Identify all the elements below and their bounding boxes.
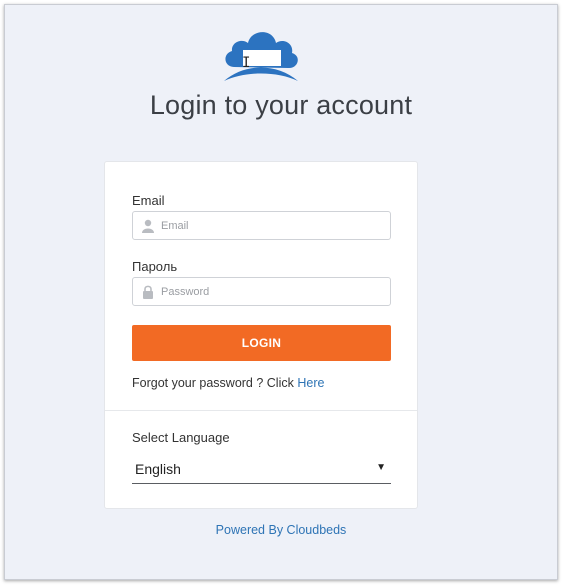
lock-icon: [143, 285, 153, 299]
language-label: Select Language: [132, 430, 230, 445]
text-cursor-icon: I: [242, 55, 251, 71]
page-title: Login to your account: [149, 90, 413, 120]
powered-by: Powered By Cloudbeds: [5, 523, 557, 537]
language-selected-value: English: [135, 461, 181, 477]
password-input[interactable]: [161, 278, 381, 305]
forgot-password-link[interactable]: Here: [297, 376, 324, 390]
caret-down-icon: ▼: [376, 462, 386, 473]
forgot-password-prompt: Forgot your password ? Click: [132, 376, 298, 390]
app-window: I Login to your account Email Пароль LOG…: [4, 4, 558, 580]
login-card: Email Пароль LOGIN Forgot your password …: [104, 161, 418, 509]
login-button[interactable]: LOGIN: [132, 325, 391, 361]
card-divider: [105, 410, 417, 411]
forgot-password-text: Forgot your password ? Click Here: [132, 376, 324, 390]
cloud-logo-icon: [224, 32, 298, 81]
user-icon: [142, 219, 154, 233]
language-select[interactable]: English ▼: [132, 454, 391, 484]
email-input[interactable]: [161, 212, 381, 239]
password-field[interactable]: [132, 277, 391, 306]
password-label: Пароль: [132, 259, 178, 274]
email-label: Email: [132, 193, 165, 208]
email-field[interactable]: [132, 211, 391, 240]
powered-by-link[interactable]: Powered By Cloudbeds: [216, 523, 347, 537]
